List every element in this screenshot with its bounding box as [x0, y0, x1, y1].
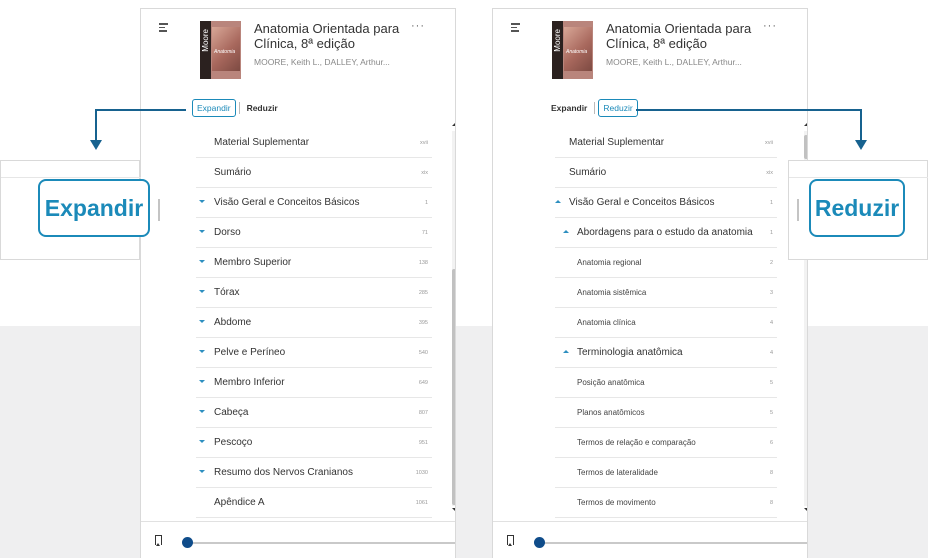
toc-item[interactable]: Material Suplementar xvii — [196, 128, 432, 158]
arrow-line — [860, 109, 862, 141]
arrow-down-icon — [855, 140, 867, 150]
toggle-divider — [797, 199, 799, 221]
toc-item[interactable]: Termos de relação e comparação 6 — [555, 428, 777, 458]
toc-item[interactable]: Terminologia anatômica 4 — [555, 338, 777, 368]
chevron-down-icon[interactable] — [199, 440, 205, 443]
toc-item[interactable]: Apêndice A 1061 — [196, 488, 432, 518]
reader-panel-collapse: Moore Anatomia Anatomia Orientada para C… — [492, 8, 808, 558]
progress-knob[interactable] — [534, 537, 545, 548]
toc-item[interactable]: Planos anatômicos 5 — [555, 398, 777, 428]
arrow-line — [95, 109, 186, 111]
scroll-down-icon[interactable] — [804, 508, 807, 511]
toc-item[interactable]: Membro Superior 138 — [196, 248, 432, 278]
toc-item[interactable]: Resumo dos Nervos Cranianos 1030 — [196, 458, 432, 488]
bookmark-icon[interactable] — [507, 535, 514, 546]
more-options-icon[interactable]: ··· — [763, 20, 777, 32]
book-authors: MOORE, Keith L., DALLEY, Arthur... — [254, 57, 390, 67]
book-authors: MOORE, Keith L., DALLEY, Arthur... — [606, 57, 742, 67]
progress-track[interactable] — [187, 542, 455, 544]
toc-item[interactable]: Pelve e Períneo 540 — [196, 338, 432, 368]
toc-item[interactable]: Tórax 285 — [196, 278, 432, 308]
chevron-down-icon[interactable] — [199, 200, 205, 203]
toggle-divider — [238, 102, 240, 114]
book-cover: Moore Anatomia — [200, 21, 241, 79]
arrow-line — [95, 109, 97, 141]
expand-collapse-toggle: Expandir Reduzir — [192, 97, 282, 119]
chevron-up-icon[interactable] — [563, 230, 569, 233]
menu-icon[interactable] — [511, 23, 520, 32]
menu-icon[interactable] — [159, 23, 168, 32]
book-title: Anatomia Orientada para Clínica, 8ª ediç… — [254, 21, 400, 51]
scrollbar-thumb[interactable] — [804, 135, 807, 159]
scrollbar-thumb[interactable] — [452, 269, 455, 505]
chevron-up-icon[interactable] — [563, 350, 569, 353]
toc-item[interactable]: Pescoço 951 — [196, 428, 432, 458]
collapse-button[interactable]: Reduzir — [243, 100, 282, 116]
progress-track[interactable] — [539, 542, 807, 544]
toc-item[interactable]: Cabeça 807 — [196, 398, 432, 428]
more-options-icon[interactable]: ··· — [411, 20, 425, 32]
reader-footer — [493, 521, 807, 558]
toc-item[interactable]: Visão Geral e Conceitos Básicos 1 — [196, 188, 432, 218]
toc-item[interactable]: Anatomia sistêmica 3 — [555, 278, 777, 308]
bookmark-icon[interactable] — [155, 535, 162, 546]
scroll-up-icon[interactable] — [804, 123, 807, 126]
toc-item[interactable]: Sumário xix — [555, 158, 777, 188]
expand-callout: Expandir — [0, 160, 160, 260]
toggle-divider — [158, 199, 160, 221]
arrow-down-icon — [90, 140, 102, 150]
toc-item[interactable]: Visão Geral e Conceitos Básicos 1 — [555, 188, 777, 218]
expand-button-zoomed[interactable]: Expandir — [38, 179, 150, 237]
arrow-line — [636, 109, 861, 111]
book-cover: Moore Anatomia — [552, 21, 593, 79]
toggle-divider — [594, 102, 596, 114]
expand-collapse-toggle: Expandir Reduzir — [547, 97, 638, 119]
chevron-down-icon[interactable] — [199, 230, 205, 233]
table-of-contents: Material Suplementar xvii Sumário xix Visã… — [555, 128, 777, 518]
toc-item[interactable]: Anatomia regional 2 — [555, 248, 777, 278]
toc-item[interactable]: Abdome 395 — [196, 308, 432, 338]
toc-item[interactable]: Termos de lateralidade 8 — [555, 458, 777, 488]
chevron-up-icon[interactable] — [555, 200, 561, 203]
expand-button[interactable]: Expandir — [192, 99, 236, 117]
expand-button[interactable]: Expandir — [547, 100, 591, 116]
toc-item[interactable]: Anatomia clínica 4 — [555, 308, 777, 338]
scroll-down-icon[interactable] — [452, 508, 455, 511]
toc-item[interactable]: Dorso 71 — [196, 218, 432, 248]
toc-item[interactable]: Posição anatômica 5 — [555, 368, 777, 398]
chevron-down-icon[interactable] — [199, 260, 205, 263]
chevron-down-icon[interactable] — [199, 290, 205, 293]
scroll-up-icon[interactable] — [452, 123, 455, 126]
chevron-down-icon[interactable] — [199, 470, 205, 473]
toc-item[interactable]: Membro Inferior 649 — [196, 368, 432, 398]
progress-knob[interactable] — [182, 537, 193, 548]
collapse-button-zoomed[interactable]: Reduzir — [809, 179, 905, 237]
toc-item[interactable]: Termos de movimento 8 — [555, 488, 777, 518]
collapse-callout: Reduzir — [788, 160, 928, 260]
book-title: Anatomia Orientada para Clínica, 8ª ediç… — [606, 21, 752, 51]
toc-item[interactable]: Material Suplementar xvii — [555, 128, 777, 158]
table-of-contents: Material Suplementar xvii Sumário xix Visã… — [196, 128, 432, 518]
collapse-button[interactable]: Reduzir — [598, 99, 638, 117]
toc-item[interactable]: Abordagens para o estudo da anatomia 1 — [555, 218, 777, 248]
chevron-down-icon[interactable] — [199, 320, 205, 323]
reader-panel-expand: Moore Anatomia Anatomia Orientada para C… — [140, 8, 456, 558]
toc-item[interactable]: Sumário xix — [196, 158, 432, 188]
chevron-down-icon[interactable] — [199, 410, 205, 413]
chevron-down-icon[interactable] — [199, 380, 205, 383]
reader-footer — [141, 521, 455, 558]
chevron-down-icon[interactable] — [199, 350, 205, 353]
